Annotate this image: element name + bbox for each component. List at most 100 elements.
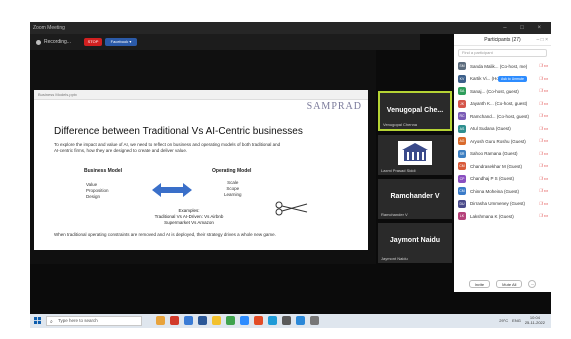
avatar: LK [458, 212, 466, 221]
participant-row[interactable]: RC Ramchand... (Co-host, guest) 🎙̸ ▭ [454, 110, 551, 123]
participant-name: Sahoo Ramana (Guest) [470, 151, 518, 157]
system-tray: 29°C ENG 10:04 25-11-2022 [499, 315, 545, 325]
search-icon: ⌕ [50, 319, 53, 325]
avatar: CM [458, 187, 466, 196]
participant-row[interactable]: CP Chandhaj P S (Guest) 🎙̸ ▭ [454, 173, 551, 186]
participant-row[interactable]: CM Chandrasekhar M (Guest) 🎙̸ ▭ [454, 160, 551, 173]
taskbar-app-icon[interactable] [184, 316, 193, 325]
participant-label: Jaymont Naidu [381, 256, 408, 261]
examples-line: Supermarket Vs Amazon [164, 220, 214, 225]
participant-name: Dirrasha Ummeney (Guest) [470, 201, 526, 207]
participants-panel: Participants (27) – □ × Find a participa… [454, 34, 551, 292]
taskbar-app-icon[interactable] [240, 316, 249, 325]
zoom-window: Zoom Meeting – □ × Recording... STOP Fac… [30, 22, 551, 328]
slide-description: To explore the impact and value of AI, w… [54, 142, 281, 153]
taskbar-clock[interactable]: 10:04 25-11-2022 [524, 315, 545, 325]
video-tile[interactable]: Laxmi Prasad Siddi [378, 135, 452, 175]
avatar: KV [458, 74, 466, 83]
participant-row[interactable]: KV Kartik Vi... (Host) Ask to Unmute 🎙̸ ▭ [454, 73, 551, 86]
taskbar-app-icon[interactable] [226, 316, 235, 325]
facebook-live-button[interactable]: Facebook ▾ [105, 38, 137, 46]
taskbar-app-icon[interactable] [310, 316, 319, 325]
taskbar-app-icon[interactable] [268, 316, 277, 325]
muted-mic-icon[interactable]: 🎙̸ ▭ [539, 126, 548, 132]
invite-button[interactable]: Invite [468, 280, 491, 288]
slide-file-label: Business Models.pptx [38, 92, 77, 97]
avatar: SA [458, 87, 466, 96]
window-title: Zoom Meeting [33, 25, 65, 31]
avatar: SR [458, 149, 466, 158]
taskbar-search-input[interactable]: ⌕ Type here to search [46, 316, 142, 326]
ask-to-unmute-button[interactable]: Ask to Unmute [498, 75, 527, 82]
stop-recording-button[interactable]: STOP [84, 38, 102, 46]
muted-mic-icon[interactable]: 🎙̸ ▭ [539, 201, 548, 207]
windows-start-icon[interactable] [34, 317, 41, 324]
record-icon [36, 39, 41, 45]
participant-label: Ramchander V [381, 212, 408, 217]
participant-row[interactable]: AG Aryosh Guru Roshu (Guest) 🎙̸ ▭ [454, 135, 551, 148]
participant-label: Venugopal Chenna [383, 122, 418, 127]
muted-mic-icon[interactable]: 🎙̸ ▭ [539, 63, 548, 69]
muted-mic-icon[interactable]: 🎙̸ ▭ [539, 76, 548, 82]
taskbar-search-placeholder: Type here to search [58, 318, 98, 323]
mute-all-button[interactable]: Mute All [496, 280, 523, 288]
participant-name: Lakshmana K (Guest) [470, 213, 514, 219]
operating-model-heading: Operating Model [212, 168, 252, 174]
language-indicator[interactable]: ENG [512, 318, 521, 323]
clock-date: 25-11-2022 [524, 319, 545, 325]
video-tile[interactable]: Jaymont Naidu Jaymont Naidu [378, 223, 452, 263]
taskbar-app-icon[interactable] [296, 316, 305, 325]
participant-search-input[interactable]: Find a participant [458, 49, 547, 57]
participant-row[interactable]: JK Jayanth K... (Co-host, guest) 🎙̸ ▭ [454, 98, 551, 111]
avatar: DU [458, 199, 466, 208]
participant-row[interactable]: AS Atul Sudana (Guest) 🎙̸ ▭ [454, 123, 551, 136]
shared-slide: Business Models.pptx SAMPRAD Difference … [34, 90, 368, 250]
participant-name: Chandrasekhar M (Guest) [470, 163, 523, 169]
recording-label: Recording... [44, 39, 71, 45]
taskbar-app-icon[interactable] [212, 316, 221, 325]
muted-mic-icon[interactable]: 🎙̸ ▭ [539, 101, 548, 107]
weather-temperature[interactable]: 29°C [499, 318, 508, 323]
muted-mic-icon[interactable]: 🎙̸ ▭ [539, 188, 548, 194]
participants-footer: Invite Mute All ... [454, 278, 551, 290]
avatar: AS [458, 124, 466, 133]
participant-row[interactable]: DU Dirrasha Ummeney (Guest) 🎙̸ ▭ [454, 198, 551, 211]
window-controls[interactable]: – □ × [503, 22, 547, 34]
more-options-button[interactable]: ... [528, 280, 537, 288]
recording-toolbar: Recording... STOP Facebook ▾ [30, 34, 420, 50]
slide-toolbar: Business Models.pptx [34, 90, 368, 100]
participant-name: Sanda Malik... (Co-host, me) [470, 63, 528, 69]
participant-row[interactable]: SR Sahoo Ramana (Guest) 🎙̸ ▭ [454, 148, 551, 161]
taskbar-app-icon[interactable] [156, 316, 165, 325]
slide-footer-text: When traditional operating constraints a… [54, 232, 276, 237]
institution-logo-icon [398, 141, 432, 165]
taskbar-app-icon[interactable] [170, 316, 179, 325]
muted-mic-icon[interactable]: 🎙̸ ▭ [539, 88, 548, 94]
avatar: RC [458, 112, 466, 121]
slide-title: Difference between Traditional Vs AI-Cen… [54, 126, 303, 137]
muted-mic-icon[interactable]: 🎙̸ ▭ [539, 113, 548, 119]
muted-mic-icon[interactable]: 🎙̸ ▭ [539, 151, 548, 157]
scissors-icon [275, 201, 308, 216]
business-model-items: Value Proposition Design [86, 182, 109, 200]
participant-row[interactable]: CM Chinna Moheina (Guest) 🎙̸ ▭ [454, 185, 551, 198]
avatar: CP [458, 174, 466, 183]
avatar: JK [458, 99, 466, 108]
taskbar-app-icon[interactable] [254, 316, 263, 325]
video-tile-active-speaker[interactable]: Venugopal Che... Venugopal Chenna [378, 91, 452, 131]
participant-row[interactable]: SM Sanda Malik... (Co-host, me) 🎙̸ ▭ [454, 60, 551, 73]
panel-window-controls-icon[interactable]: – □ × [537, 34, 549, 46]
muted-mic-icon[interactable]: 🎙̸ ▭ [539, 213, 548, 219]
muted-mic-icon[interactable]: 🎙̸ ▭ [539, 163, 548, 169]
video-tile[interactable]: Ramchander V Ramchander V [378, 179, 452, 219]
participant-row[interactable]: LK Lakshmana K (Guest) 🎙̸ ▭ [454, 210, 551, 223]
muted-mic-icon[interactable]: 🎙̸ ▭ [539, 138, 548, 144]
double-arrow-icon [152, 183, 192, 197]
shared-screen-area: Business Models.pptx SAMPRAD Difference … [30, 50, 376, 264]
windows-taskbar: ⌕ Type here to search 29°C ENG 10:04 25-… [30, 314, 551, 328]
participant-row[interactable]: SA Sanaj... (Co-host, guest) 🎙̸ ▭ [454, 85, 551, 98]
muted-mic-icon[interactable]: 🎙̸ ▭ [539, 176, 548, 182]
taskbar-app-icon[interactable] [198, 316, 207, 325]
taskbar-app-icon[interactable] [282, 316, 291, 325]
participant-name: Aryosh Guru Roshu (Guest) [470, 138, 526, 144]
